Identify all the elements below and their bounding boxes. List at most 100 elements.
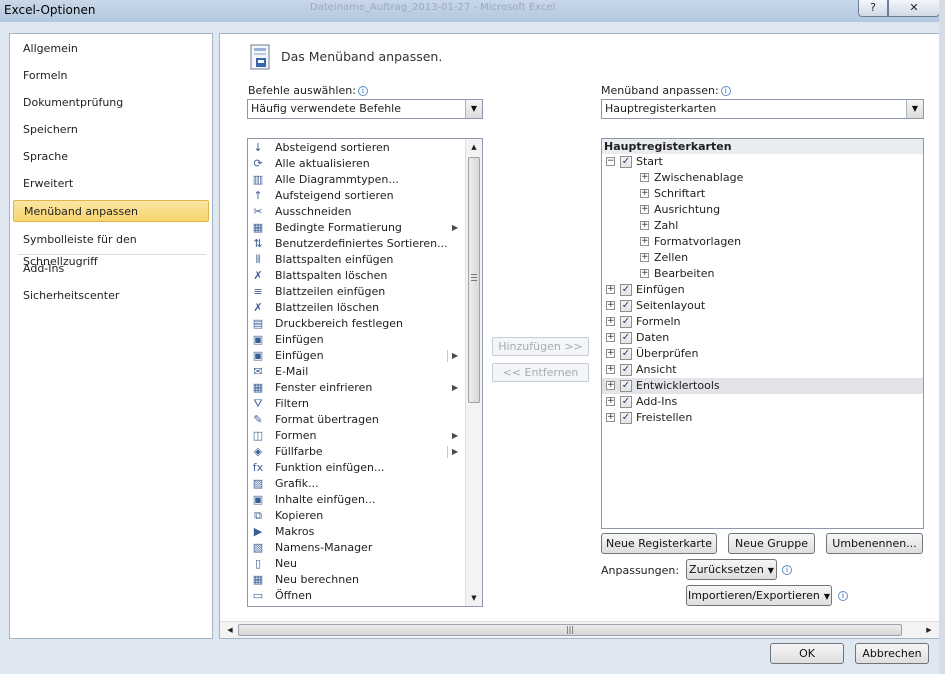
tree-tab[interactable]: + ✓ Add-Ins (602, 394, 923, 410)
expand-icon[interactable]: + (606, 349, 615, 358)
commands-list[interactable]: ▲ ▼ ↓ Absteigend sortieren ⟳ Alle aktualisi… (247, 138, 483, 607)
command-item[interactable]: fx Funktion einfügen... (248, 460, 463, 476)
command-item[interactable]: ▦ Bedingte Formatierung ▶ (248, 220, 463, 236)
command-item[interactable]: ▶ Makros (248, 524, 463, 540)
expand-icon[interactable]: + (640, 205, 649, 214)
nav-item[interactable]: Speichern (13, 119, 209, 141)
nav-item[interactable]: Dokumentprüfung (13, 92, 209, 114)
expand-icon[interactable]: + (606, 397, 615, 406)
expand-icon[interactable]: + (640, 253, 649, 262)
reset-dropdown-button[interactable]: Zurücksetzen ▼ (686, 559, 777, 580)
expand-icon[interactable]: + (606, 365, 615, 374)
chevron-down-icon[interactable]: ▼ (465, 100, 482, 118)
nav-item[interactable]: Allgemein (13, 38, 209, 60)
scroll-left-icon[interactable]: ◀ (222, 622, 238, 638)
nav-item[interactable]: Menüband anpassen (13, 200, 209, 222)
nav-item[interactable]: Sprache (13, 146, 209, 168)
command-item[interactable]: ▣ Einfügen (248, 332, 463, 348)
expand-icon[interactable]: + (606, 301, 615, 310)
commands-dropdown[interactable]: Häufig verwendete Befehle ▼ (247, 99, 483, 119)
command-item[interactable]: ↑ Aufsteigend sortieren (248, 188, 463, 204)
tree-tab[interactable]: + ✓ Freistellen (602, 410, 923, 426)
command-item[interactable]: ▥ Alle Diagrammtypen... (248, 172, 463, 188)
command-item[interactable]: ⟳ Alle aktualisieren (248, 156, 463, 172)
command-item[interactable]: ▤ Druckbereich festlegen (248, 316, 463, 332)
tree-tab[interactable]: + ✓ Einfügen (602, 282, 923, 298)
nav-item[interactable]: Add-Ins (13, 258, 209, 280)
chevron-down-icon[interactable]: ▼ (906, 100, 923, 118)
command-item[interactable]: ▨ Grafik... (248, 476, 463, 492)
expand-icon[interactable]: + (606, 317, 615, 326)
command-item[interactable]: ⧉ Kopieren (248, 508, 463, 524)
new-tab-button[interactable]: Neue Registerkarte (601, 533, 717, 554)
info-icon[interactable]: i (782, 565, 792, 575)
checkbox[interactable]: ✓ (620, 396, 632, 408)
scroll-up-icon[interactable]: ▲ (466, 139, 482, 155)
tree-group[interactable]: + Schriftart (602, 186, 923, 202)
help-button[interactable]: ? (858, 0, 888, 17)
nav-item[interactable]: Formeln (13, 65, 209, 87)
expand-icon[interactable]: + (640, 173, 649, 182)
command-item[interactable]: ✗ Blattspalten löschen (248, 268, 463, 284)
command-item[interactable]: ▣ Inhalte einfügen... (248, 492, 463, 508)
nav-item[interactable]: Symbolleiste für den Schnellzugriff (13, 229, 209, 268)
command-item[interactable]: ✉ E-Mail (248, 364, 463, 380)
ribbon-dropdown[interactable]: Hauptregisterkarten ▼ (601, 99, 924, 119)
expand-icon[interactable]: + (640, 221, 649, 230)
tree-tab[interactable]: + ✓ Ansicht (602, 362, 923, 378)
info-icon[interactable]: i (357, 86, 368, 96)
command-item[interactable]: ⛛ Filtern (248, 396, 463, 412)
tree-node-start[interactable]: − ✓ Start (602, 154, 923, 170)
command-item[interactable]: ↓ Absteigend sortieren (248, 140, 463, 156)
tree-group[interactable]: + Zwischenablage (602, 170, 923, 186)
checkbox[interactable]: ✓ (620, 332, 632, 344)
scroll-right-icon[interactable]: ▶ (921, 622, 937, 638)
command-item[interactable]: ◈ Füllfarbe ▶ (248, 444, 463, 460)
command-item[interactable]: ≡ Blattzeilen einfügen (248, 284, 463, 300)
expand-icon[interactable]: + (640, 189, 649, 198)
tree-group[interactable]: + Zellen (602, 250, 923, 266)
import-export-dropdown-button[interactable]: Importieren/Exportieren ▼ (686, 585, 832, 606)
checkbox[interactable]: ✓ (620, 348, 632, 360)
nav-item[interactable]: Erweitert (13, 173, 209, 195)
tree-tab[interactable]: + ✓ Formeln (602, 314, 923, 330)
ok-button[interactable]: OK (770, 643, 844, 664)
add-button[interactable]: Hinzufügen >> (492, 337, 589, 356)
tree-tab[interactable]: + ✓ Entwicklertools (602, 378, 923, 394)
checkbox[interactable]: ✓ (620, 284, 632, 296)
expand-icon[interactable]: + (606, 333, 615, 342)
rename-button[interactable]: Umbenennen... (826, 533, 923, 554)
expand-icon[interactable]: + (606, 413, 615, 422)
checkbox[interactable]: ✓ (620, 316, 632, 328)
command-item[interactable]: ⇅ Benutzerdefiniertes Sortieren... (248, 236, 463, 252)
checkbox[interactable]: ✓ (620, 380, 632, 392)
expand-icon[interactable]: + (640, 237, 649, 246)
command-item[interactable]: ▣ Einfügen ▶ (248, 348, 463, 364)
collapse-icon[interactable]: − (606, 157, 615, 166)
command-item[interactable]: ✎ Format übertragen (248, 412, 463, 428)
tree-tab[interactable]: + ✓ Seitenlayout (602, 298, 923, 314)
ribbon-tree[interactable]: Hauptregisterkarten − ✓ Start + Zwischena… (601, 138, 924, 529)
expand-icon[interactable]: + (606, 285, 615, 294)
expand-icon[interactable]: + (640, 269, 649, 278)
scroll-down-icon[interactable]: ▼ (466, 590, 482, 606)
tree-group[interactable]: + Bearbeiten (602, 266, 923, 282)
command-item[interactable]: ✂ Ausschneiden (248, 204, 463, 220)
tree-group[interactable]: + Zahl (602, 218, 923, 234)
new-group-button[interactable]: Neue Gruppe (728, 533, 815, 554)
tree-group[interactable]: + Ausrichtung (602, 202, 923, 218)
tree-tab[interactable]: + ✓ Daten (602, 330, 923, 346)
close-button[interactable]: ✕ (888, 0, 940, 17)
expand-icon[interactable]: + (606, 381, 615, 390)
info-icon[interactable]: i (720, 86, 731, 96)
checkbox[interactable]: ✓ (620, 300, 632, 312)
command-item[interactable]: ⫴ Blattspalten einfügen (248, 252, 463, 268)
checkbox[interactable]: ✓ (620, 412, 632, 424)
command-item[interactable]: ▯ Neu (248, 556, 463, 572)
scrollbar-thumb[interactable]: ||| (238, 624, 902, 636)
command-item[interactable]: ▦ Fenster einfrieren ▶ (248, 380, 463, 396)
checkbox-start[interactable]: ✓ (620, 156, 632, 168)
commands-list-scrollbar[interactable]: ▲ ▼ (465, 139, 482, 606)
command-item[interactable]: ▧ Namens-Manager (248, 540, 463, 556)
command-item[interactable]: ✗ Blattzeilen löschen (248, 300, 463, 316)
